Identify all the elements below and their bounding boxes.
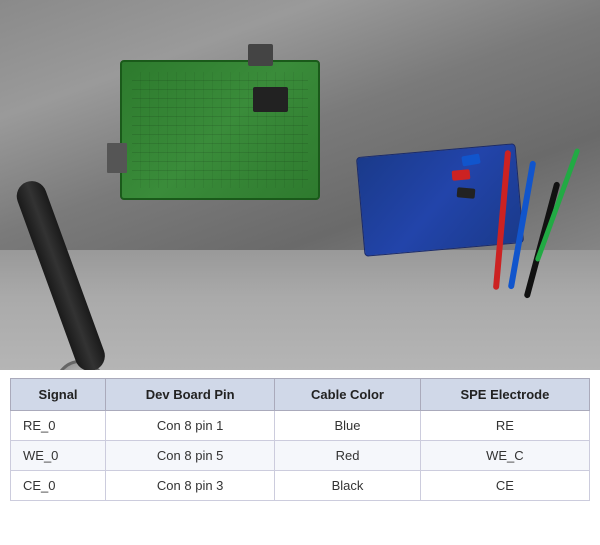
product-photo xyxy=(0,0,600,370)
table-cell-r1-c2: Red xyxy=(275,441,421,471)
table-row: WE_0Con 8 pin 5RedWE_C xyxy=(11,441,590,471)
table-cell-r2-c0: CE_0 xyxy=(11,471,106,501)
table-cell-r2-c1: Con 8 pin 3 xyxy=(106,471,275,501)
table-cell-r1-c0: WE_0 xyxy=(11,441,106,471)
table-row: RE_0Con 8 pin 1BlueRE xyxy=(11,411,590,441)
table-header-row: Signal Dev Board Pin Cable Color SPE Ele… xyxy=(11,379,590,411)
col-header-cable-color: Cable Color xyxy=(275,379,421,411)
table-cell-r1-c3: WE_C xyxy=(420,441,589,471)
main-pcb xyxy=(120,60,320,200)
connection-table-section: Signal Dev Board Pin Cable Color SPE Ele… xyxy=(0,378,600,519)
col-header-dev-board-pin: Dev Board Pin xyxy=(106,379,275,411)
table-cell-r2-c3: CE xyxy=(420,471,589,501)
table-cell-r2-c2: Black xyxy=(275,471,421,501)
col-header-spe-electrode: SPE Electrode xyxy=(420,379,589,411)
table-cell-r1-c1: Con 8 pin 5 xyxy=(106,441,275,471)
table-cell-r0-c1: Con 8 pin 1 xyxy=(106,411,275,441)
col-header-signal: Signal xyxy=(11,379,106,411)
table-cell-r0-c0: RE_0 xyxy=(11,411,106,441)
table-cell-r0-c2: Blue xyxy=(275,411,421,441)
table-row: CE_0Con 8 pin 3BlackCE xyxy=(11,471,590,501)
table-cell-r0-c3: RE xyxy=(420,411,589,441)
connection-table: Signal Dev Board Pin Cable Color SPE Ele… xyxy=(10,378,590,501)
